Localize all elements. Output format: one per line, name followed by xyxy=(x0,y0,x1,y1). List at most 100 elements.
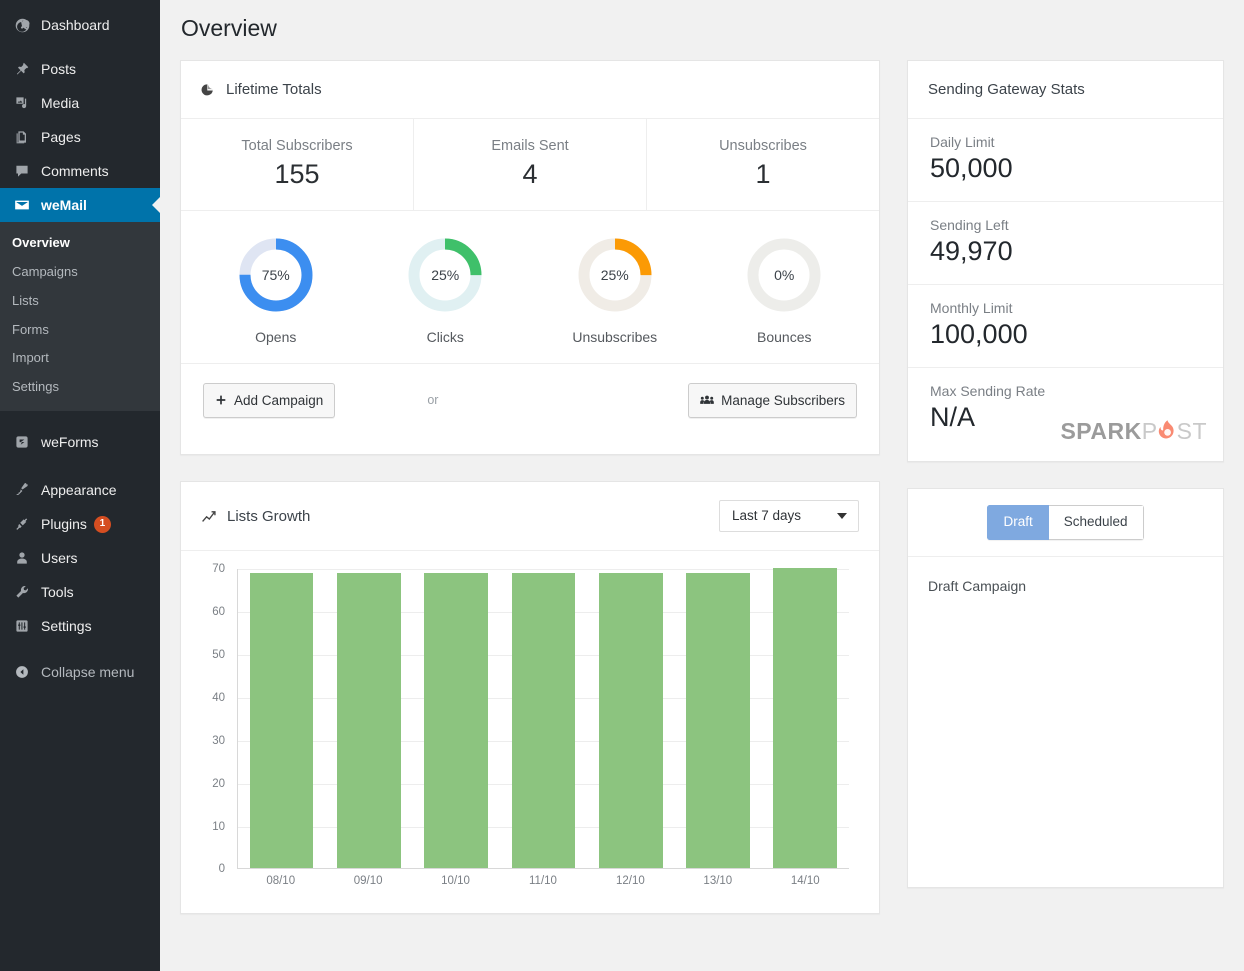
lifetime-totals-card: Lifetime Totals Total Subscribers 155 Em… xyxy=(180,59,880,456)
sidebar-item-label: Collapse menu xyxy=(41,664,135,681)
x-axis-tick-label: 11/10 xyxy=(529,875,557,888)
donut-bounces: 0% Bounces xyxy=(700,236,870,345)
or-separator-text: or xyxy=(427,393,439,408)
gateway-row-max-sending-rate: Max Sending Rate N/A SPARK P ST xyxy=(908,368,1223,461)
total-value: 1 xyxy=(755,158,771,189)
y-axis: 0 10 20 30 40 50 60 70 xyxy=(197,563,231,875)
sidebar-item-media[interactable]: Media xyxy=(0,86,160,120)
bar-slot xyxy=(238,569,325,869)
bar-series xyxy=(238,568,849,869)
total-label: Emails Sent xyxy=(491,137,569,154)
bar[interactable] xyxy=(773,568,838,869)
sidebar-item-appearance[interactable]: Appearance xyxy=(0,473,160,507)
date-range-selected-value: Last 7 days xyxy=(732,508,802,524)
sidebar-divider-2 xyxy=(0,459,160,473)
y-axis-tick-label: 70 xyxy=(212,563,225,576)
sparkpost-logo: SPARK P ST xyxy=(1060,419,1207,443)
sidebar-item-settings[interactable]: Settings xyxy=(0,609,160,643)
card-actions: Add Campaign or Manage Subscribers xyxy=(181,364,879,455)
bar[interactable] xyxy=(249,572,314,869)
x-axis-tick-label: 13/10 xyxy=(703,875,733,888)
x-axis-tick-label: 08/10 xyxy=(266,875,296,888)
x-axis-tick-label: 10/10 xyxy=(441,875,470,888)
campaigns-card: Draft Scheduled Draft Campaign xyxy=(907,488,1224,888)
lifetime-totals-header: Lifetime Totals xyxy=(181,61,879,119)
campaign-list: Draft Campaign xyxy=(908,557,1223,887)
y-axis-tick-label: 0 xyxy=(218,863,225,876)
campaign-tabs-header: Draft Scheduled xyxy=(908,489,1223,557)
add-campaign-button[interactable]: Add Campaign xyxy=(203,382,336,419)
lists-growth-header: Lists Growth Last 7 days xyxy=(181,482,879,552)
sidebar-item-label: Settings xyxy=(41,618,92,635)
donut-percent-label: 75% xyxy=(261,266,290,283)
total-label: Total Subscribers xyxy=(241,137,353,154)
donut-percent-label: 0% xyxy=(774,266,795,283)
submenu-item-campaigns[interactable]: Campaigns xyxy=(0,258,160,287)
donut-chart-clicks: 25% xyxy=(406,236,484,314)
sidebar-item-label: Dashboard xyxy=(41,17,110,33)
lists-growth-chart-body: 0 10 20 30 40 50 60 70 08/10 09/10 10/10 11/10 12/1… xyxy=(181,551,879,913)
right-column: Sending Gateway Stats Daily Limit 50,000… xyxy=(907,59,1224,914)
manage-subscribers-button[interactable]: Manage Subscribers xyxy=(688,382,857,419)
sidebar-item-users[interactable]: Users xyxy=(0,541,160,575)
dashboard-icon xyxy=(12,15,32,35)
donut-label: Clicks xyxy=(426,328,464,345)
tab-scheduled[interactable]: Scheduled xyxy=(1048,505,1144,540)
add-campaign-label: Add Campaign xyxy=(234,392,324,408)
sidebar-item-tools[interactable]: Tools xyxy=(0,575,160,609)
donut-chart-bounces: 0% xyxy=(745,236,823,314)
y-axis-tick-label: 50 xyxy=(212,649,225,662)
submenu-item-overview[interactable]: Overview xyxy=(0,229,160,258)
x-axis: 08/10 09/10 10/10 11/10 12/10 13/10 14/10 xyxy=(237,875,849,887)
submenu-item-lists[interactable]: Lists xyxy=(0,287,160,316)
bar[interactable] xyxy=(337,572,401,869)
gateway-header: Sending Gateway Stats xyxy=(908,61,1223,119)
left-column: Lifetime Totals Total Subscribers 155 Em… xyxy=(180,59,880,940)
sidebar-item-plugins[interactable]: Plugins 1 xyxy=(0,507,160,541)
group-users-icon xyxy=(700,394,714,406)
bar-chart: 0 10 20 30 40 50 60 70 08/10 09/10 10/10 11/10 12/1… xyxy=(197,563,857,899)
user-icon xyxy=(12,548,32,568)
gateway-row-monthly-limit: Monthly Limit 100,000 xyxy=(908,285,1223,369)
donut-label: Unsubscribes xyxy=(572,328,658,345)
sidebar-item-pages[interactable]: Pages xyxy=(0,120,160,154)
bar[interactable] xyxy=(424,572,489,869)
sidebar-item-posts[interactable]: Posts xyxy=(0,52,160,86)
bar[interactable] xyxy=(598,572,663,869)
list-item[interactable]: Draft Campaign xyxy=(928,575,1203,597)
sidebar-divider xyxy=(0,411,160,425)
gateway-title: Sending Gateway Stats xyxy=(928,80,1085,98)
sidebar-item-dashboard[interactable]: Dashboard xyxy=(0,8,160,42)
total-value: 155 xyxy=(274,158,320,189)
donut-percent-label: 25% xyxy=(600,266,629,283)
bar[interactable] xyxy=(511,572,576,869)
gateway-row-daily-limit: Daily Limit 50,000 xyxy=(908,119,1223,202)
total-label: Unsubscribes xyxy=(719,137,807,154)
admin-screen: Dashboard Posts Media Pages Comments weM… xyxy=(0,0,1244,971)
date-range-select[interactable]: Last 7 days xyxy=(719,500,859,533)
bar[interactable] xyxy=(686,572,750,869)
gateway-value: 49,970 xyxy=(930,235,1013,266)
plus-icon xyxy=(215,394,227,406)
chart-plot-area xyxy=(237,568,849,870)
bar-slot xyxy=(413,569,500,869)
wemail-submenu: Overview Campaigns Lists Forms Import Se… xyxy=(0,222,160,412)
sidebar-item-collapse-menu[interactable]: Collapse menu xyxy=(0,655,160,689)
submenu-item-import[interactable]: Import xyxy=(0,344,160,373)
donut-chart-opens: 75% xyxy=(237,236,315,314)
tab-draft[interactable]: Draft xyxy=(987,505,1049,540)
sparkpost-logo-text-2: P xyxy=(1141,417,1158,444)
sidebar-item-wemail[interactable]: weMail xyxy=(0,188,160,222)
gateway-label: Max Sending Rate xyxy=(930,383,1046,400)
sidebar-item-weforms[interactable]: weForms xyxy=(0,425,160,459)
campaign-tab-group: Draft Scheduled xyxy=(987,505,1144,540)
sidebar-item-comments[interactable]: Comments xyxy=(0,154,160,188)
gateway-value: 100,000 xyxy=(930,318,1028,349)
submenu-item-forms[interactable]: Forms xyxy=(0,316,160,345)
sidebar-item-label: weMail xyxy=(41,197,87,213)
sidebar-item-label: weForms xyxy=(41,434,99,451)
submenu-item-settings[interactable]: Settings xyxy=(0,373,160,402)
sparkpost-logo-text-3: ST xyxy=(1176,417,1207,444)
emails-sent-cell: Emails Sent 4 xyxy=(414,118,647,210)
donut-clicks: 25% Clicks xyxy=(361,236,531,345)
